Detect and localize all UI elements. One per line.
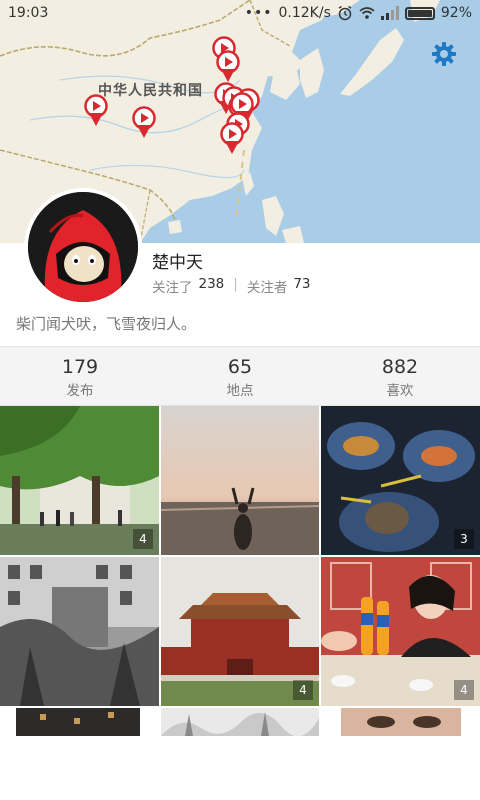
video-pin-icon[interactable]: [132, 106, 156, 140]
photo-tile[interactable]: 4: [161, 557, 319, 706]
stat-value: 882: [381, 356, 419, 378]
stat-label: 地点: [226, 383, 254, 399]
photo-count-badge: 4: [133, 529, 153, 549]
stat-value: 179: [61, 356, 99, 378]
battery-percent: 92%: [440, 5, 472, 21]
follow-separator: |: [233, 276, 238, 292]
status-time: 19:03: [8, 5, 49, 21]
photo-bw-building: [0, 557, 159, 706]
wifi-icon: [359, 7, 375, 19]
photo-count-badge: 4: [454, 680, 474, 700]
net-speed: 0.12K/s: [278, 5, 331, 21]
stat-label: 发布: [66, 383, 94, 399]
photo-beach-sunset: [161, 406, 319, 555]
map-region-label: 中华人民共和国: [98, 83, 203, 99]
profile-name: 楚中天: [152, 253, 203, 273]
photo-tile[interactable]: [0, 708, 159, 736]
video-pin-icon[interactable]: [84, 94, 108, 128]
following-label[interactable]: 关注了: [152, 276, 193, 296]
stat-label: 喜欢: [386, 383, 414, 399]
stat-places[interactable]: 65 地点: [160, 347, 320, 405]
photo-tile[interactable]: [0, 557, 159, 706]
battery-icon: [404, 6, 435, 20]
stat-value: 65: [227, 356, 253, 378]
alarm-icon: [338, 5, 352, 21]
more-dots-icon: •••: [244, 5, 273, 21]
follow-summary: 关注了 238 | 关注者 73: [152, 276, 311, 296]
photo-tile[interactable]: [321, 708, 480, 736]
stats-bar: 179 发布 65 地点 882 喜欢: [0, 346, 480, 406]
photo-tile[interactable]: 4: [321, 557, 480, 706]
battery-fill: [407, 9, 432, 17]
photo-tile[interactable]: [161, 406, 319, 555]
photo-snow-trees: [161, 708, 319, 736]
gear-icon[interactable]: [430, 40, 458, 68]
followers-count[interactable]: 73: [293, 276, 310, 296]
profile-bio: 柴门闻犬吠，飞雪夜归人。: [16, 315, 197, 333]
stat-posts[interactable]: 179 发布: [0, 347, 160, 405]
status-bar: 19:03 ••• 0.12K/s 92%: [0, 0, 480, 26]
avatar-picture: [28, 192, 138, 302]
photo-tile[interactable]: [161, 708, 319, 736]
video-pin-icon[interactable]: [216, 50, 240, 84]
photo-night-scene: [0, 708, 159, 736]
following-count[interactable]: 238: [199, 276, 225, 296]
photo-face-closeup: [321, 708, 480, 736]
video-pin-icon[interactable]: [220, 122, 244, 156]
photo-tile[interactable]: 3: [321, 406, 480, 555]
photo-count-badge: 4: [293, 680, 313, 700]
photo-tile[interactable]: 4: [0, 406, 159, 555]
followers-label[interactable]: 关注者: [247, 276, 288, 296]
photo-grid: 4 3 4 4: [0, 406, 480, 736]
avatar[interactable]: [24, 188, 142, 306]
photo-count-badge: 3: [454, 529, 474, 549]
stat-likes[interactable]: 882 喜欢: [320, 347, 480, 405]
signal-icon: [380, 6, 399, 20]
